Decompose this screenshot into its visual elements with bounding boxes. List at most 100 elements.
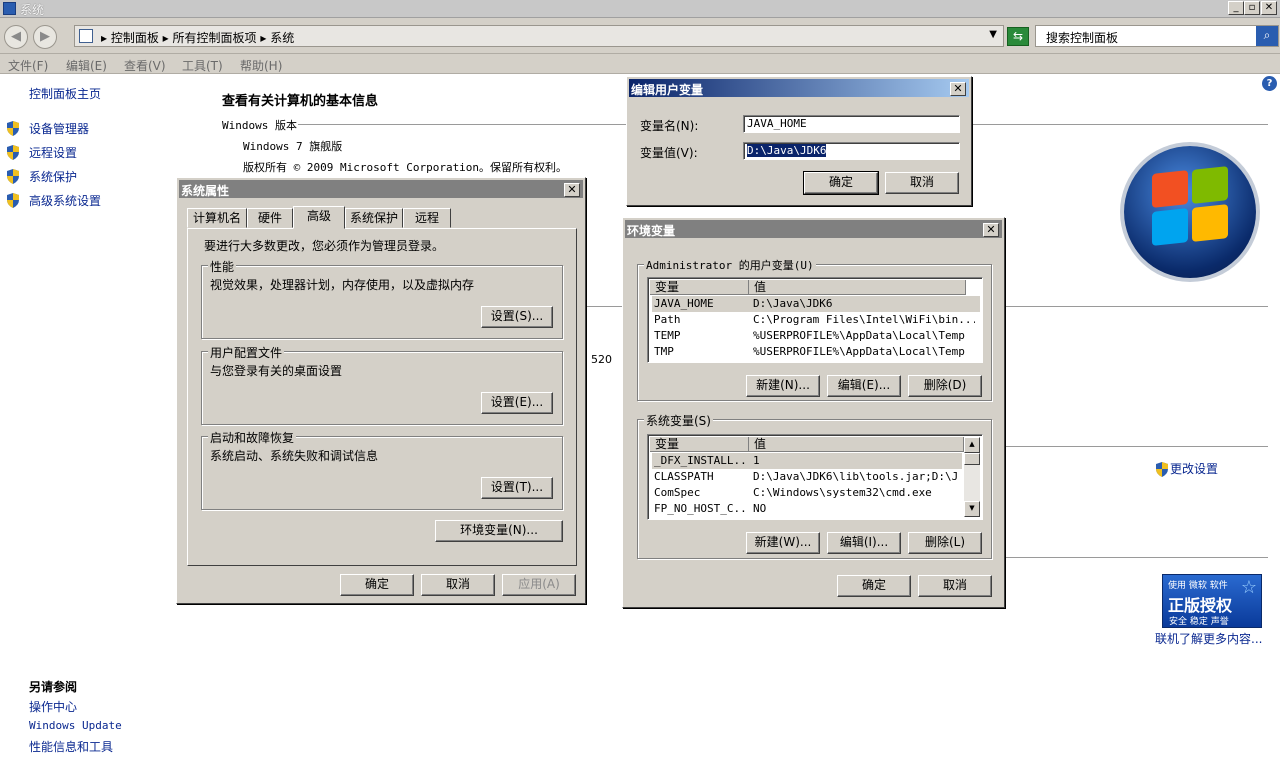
table-row[interactable]: FP_NO_HOST_C... NO bbox=[652, 501, 962, 517]
dialog-titlebar: 编辑用户变量 ✕ bbox=[629, 79, 969, 97]
dialog-titlebar: 环境变量 ✕ bbox=[625, 220, 1002, 238]
close-icon[interactable]: ✕ bbox=[950, 82, 966, 96]
minimize-button[interactable]: _ bbox=[1228, 1, 1244, 15]
variable-value: %USERPROFILE%\AppData\Local\Temp bbox=[753, 345, 965, 358]
ok-button[interactable]: 确定 bbox=[803, 171, 879, 195]
see-also-performance[interactable]: 性能信息和工具 bbox=[29, 738, 113, 755]
column-value[interactable]: 值 bbox=[749, 280, 966, 295]
scroll-thumb[interactable] bbox=[964, 453, 980, 465]
crumb-system[interactable]: 系统 bbox=[270, 31, 294, 45]
see-also-heading: 另请参阅 bbox=[29, 680, 78, 694]
table-row[interactable]: CLASSPATH D:\Java\JDK6\lib\tools.jar;D:\… bbox=[652, 469, 962, 485]
cancel-button[interactable]: 取消 bbox=[421, 574, 495, 596]
cancel-button[interactable]: 取消 bbox=[918, 575, 992, 597]
genuine-badge[interactable]: 使用 微软 软件 正版授权 安全 稳定 声誉 ☆ bbox=[1162, 574, 1262, 628]
more-online-link[interactable]: 联机了解更多内容... bbox=[1155, 630, 1262, 647]
dialog-title: 系统属性 bbox=[181, 184, 230, 198]
profile-settings-button[interactable]: 设置(E)... bbox=[481, 392, 553, 414]
column-variable[interactable]: 变量 bbox=[650, 280, 749, 295]
user-variables-list[interactable]: 变量 值 JAVA_HOME D:\Java\JDK6 Path C:\Prog… bbox=[647, 277, 983, 363]
startup-settings-button[interactable]: 设置(T)... bbox=[481, 477, 553, 499]
sidebar-item-device-manager[interactable]: 设备管理器 bbox=[29, 120, 89, 137]
crumb-control-panel[interactable]: 控制面板 bbox=[111, 31, 159, 45]
back-button[interactable]: ◀ bbox=[4, 25, 28, 49]
menu-file[interactable]: 文件(F) bbox=[8, 57, 48, 74]
refresh-button[interactable]: ⇆ bbox=[1007, 27, 1029, 46]
sidebar-home-link[interactable]: 控制面板主页 bbox=[29, 85, 101, 102]
table-row[interactable]: Path C:\Program Files\Intel\WiFi\bin... bbox=[652, 312, 980, 328]
search-placeholder: 搜索控制面板 bbox=[1046, 31, 1119, 45]
table-row[interactable]: ComSpec C:\Windows\system32\cmd.exe bbox=[652, 485, 962, 501]
table-row[interactable]: JAVA_HOME D:\Java\JDK6 bbox=[652, 296, 980, 312]
menu-edit[interactable]: 编辑(E) bbox=[66, 57, 107, 74]
variable-value-field[interactable]: D:\Java\JDK6 bbox=[743, 142, 960, 160]
system-delete-button[interactable]: 删除(L) bbox=[908, 532, 982, 554]
column-variable[interactable]: 变量 bbox=[650, 437, 749, 452]
startup-label: 启动和故障恢复 bbox=[208, 429, 297, 446]
performance-label: 性能 bbox=[208, 258, 237, 275]
change-settings-link[interactable]: 更改设置 bbox=[1170, 460, 1218, 477]
column-value[interactable]: 值 bbox=[749, 437, 964, 452]
table-row[interactable]: _DFX_INSTALL... 1 bbox=[652, 453, 962, 469]
shield-icon bbox=[7, 169, 19, 184]
apply-button[interactable]: 应用(A) bbox=[502, 574, 576, 596]
variable-value: D:\Java\JDK6\lib\tools.jar;D:\J... bbox=[753, 470, 958, 483]
tab-hardware[interactable]: 硬件 bbox=[247, 208, 293, 228]
performance-settings-button[interactable]: 设置(S)... bbox=[481, 306, 553, 328]
table-row[interactable]: TMP %USERPROFILE%\AppData\Local\Temp bbox=[652, 344, 980, 360]
close-icon[interactable]: ✕ bbox=[564, 183, 580, 197]
forward-button[interactable]: ▶ bbox=[33, 25, 57, 49]
chevron-down-icon[interactable]: ▼ bbox=[989, 29, 997, 40]
tab-computer-name[interactable]: 计算机名 bbox=[187, 208, 247, 228]
ok-button[interactable]: 确定 bbox=[340, 574, 414, 596]
close-icon[interactable]: ✕ bbox=[983, 223, 999, 237]
environment-variables-button[interactable]: 环境变量(N)... bbox=[435, 520, 563, 542]
divider bbox=[1006, 557, 1268, 558]
menu-help[interactable]: 帮助(H) bbox=[240, 57, 282, 74]
profile-group: 用户配置文件 与您登录有关的桌面设置 设置(E)... bbox=[201, 344, 563, 425]
ok-button[interactable]: 确定 bbox=[837, 575, 911, 597]
menu-tools[interactable]: 工具(T) bbox=[182, 57, 223, 74]
see-also-windows-update[interactable]: Windows Update bbox=[29, 719, 122, 732]
see-also-action-center[interactable]: 操作中心 bbox=[29, 698, 77, 715]
divider bbox=[1006, 306, 1268, 307]
maximize-button[interactable]: ▫ bbox=[1244, 1, 1260, 15]
shield-icon bbox=[7, 145, 19, 160]
user-delete-button[interactable]: 删除(D) bbox=[908, 375, 982, 397]
tab-advanced[interactable]: 高级 bbox=[293, 206, 345, 229]
table-row[interactable]: TEMP %USERPROFILE%\AppData\Local\Temp bbox=[652, 328, 980, 344]
profile-desc: 与您登录有关的桌面设置 bbox=[210, 364, 343, 378]
sidebar-item-remote[interactable]: 远程设置 bbox=[29, 144, 77, 161]
cancel-button[interactable]: 取消 bbox=[885, 172, 959, 194]
performance-desc: 视觉效果，处理器计划，内存使用，以及虚拟内存 bbox=[210, 278, 475, 292]
address-toolbar: ◀ ▶ ▸ 控制面板 ▸ 所有控制面板项 ▸ 系统 ▼ ⇆ 搜索控制面板 ⌕ bbox=[0, 18, 1280, 54]
divider bbox=[298, 124, 628, 125]
help-icon[interactable]: ? bbox=[1262, 76, 1277, 91]
tab-system-protection[interactable]: 系统保护 bbox=[345, 208, 403, 228]
variable-name: ComSpec bbox=[654, 486, 701, 499]
system-variables-list[interactable]: 变量 值 _DFX_INSTALL... 1 CLASSPATH D:\Java… bbox=[647, 434, 983, 520]
divider bbox=[1006, 446, 1268, 447]
crumb-all-items[interactable]: 所有控制面板项 bbox=[173, 31, 257, 45]
variable-name-field[interactable]: JAVA_HOME bbox=[743, 115, 960, 133]
variable-value: NO bbox=[753, 502, 767, 515]
variable-value: C:\Windows\system32\cmd.exe bbox=[753, 486, 932, 499]
scroll-up-icon[interactable]: ▲ bbox=[964, 437, 980, 453]
address-bar[interactable]: ▸ 控制面板 ▸ 所有控制面板项 ▸ 系统 ▼ bbox=[74, 25, 1004, 47]
user-new-button[interactable]: 新建(N)... bbox=[746, 375, 820, 397]
vertical-scrollbar[interactable]: ▲ ▼ bbox=[964, 437, 980, 517]
scroll-down-icon[interactable]: ▼ bbox=[964, 501, 980, 517]
tab-remote[interactable]: 远程 bbox=[403, 208, 451, 228]
variable-value-selected: D:\Java\JDK6 bbox=[747, 144, 827, 157]
search-input[interactable]: 搜索控制面板 ⌕ bbox=[1035, 25, 1279, 47]
admin-note: 要进行大多数更改，您必须作为管理员登录。 bbox=[204, 239, 445, 253]
sidebar-item-advanced[interactable]: 高级系统设置 bbox=[29, 192, 101, 209]
search-icon[interactable]: ⌕ bbox=[1256, 26, 1278, 46]
user-edit-button[interactable]: 编辑(E)... bbox=[827, 375, 901, 397]
sidebar-item-protection[interactable]: 系统保护 bbox=[29, 168, 77, 185]
menu-view[interactable]: 查看(V) bbox=[124, 57, 166, 74]
system-new-button[interactable]: 新建(W)... bbox=[746, 532, 820, 554]
close-button[interactable]: ✕ bbox=[1261, 1, 1277, 15]
profile-label: 用户配置文件 bbox=[208, 344, 285, 361]
system-edit-button[interactable]: 编辑(I)... bbox=[827, 532, 901, 554]
